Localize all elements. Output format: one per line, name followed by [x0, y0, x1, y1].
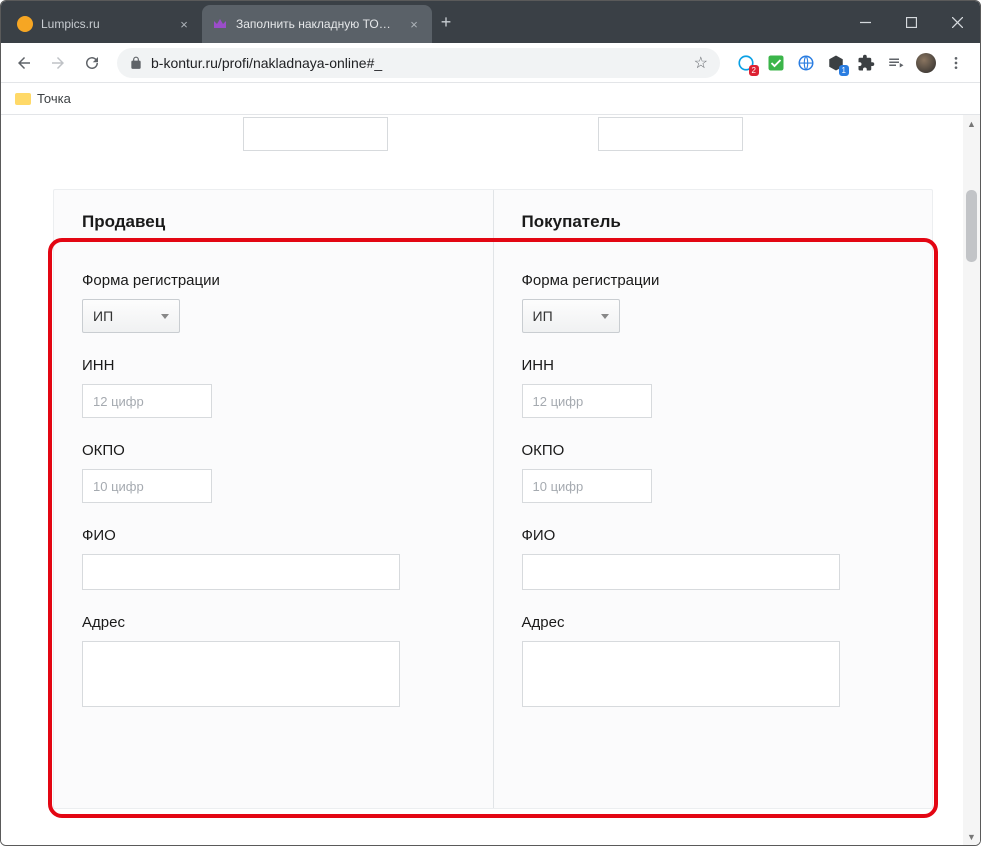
buyer-addr-label: Адрес [522, 614, 907, 631]
top-input-2[interactable] [598, 117, 743, 151]
folder-icon [15, 93, 31, 105]
star-icon[interactable]: ☆ [694, 53, 708, 73]
lock-icon [129, 56, 143, 70]
tab-nakladnaya[interactable]: Заполнить накладную ТОРГ-12 × [202, 5, 432, 43]
tab-title: Lumpics.ru [41, 17, 168, 31]
scroll-down-icon[interactable]: ▼ [963, 828, 980, 845]
forward-button[interactable] [43, 48, 73, 78]
seller-fio-input[interactable] [82, 554, 400, 590]
seller-fio-label: ФИО [82, 527, 467, 544]
maximize-button[interactable] [888, 1, 934, 43]
avatar[interactable] [916, 53, 936, 73]
ext-playlist-icon[interactable] [886, 53, 906, 73]
close-icon[interactable]: × [406, 16, 422, 32]
buyer-reg-select[interactable]: ИП [522, 299, 620, 333]
page-content: Продавец Форма регистрации ИП ИНН [1, 115, 963, 845]
favicon-lumpics [17, 16, 33, 32]
buyer-okpo-input[interactable] [522, 469, 652, 503]
tab-title: Заполнить накладную ТОРГ-12 [236, 17, 398, 31]
ext-puzzle-icon[interactable] [856, 53, 876, 73]
seller-addr-input[interactable] [82, 641, 400, 707]
top-input-1[interactable] [243, 117, 388, 151]
bookmark-item[interactable]: Точка [37, 91, 71, 106]
menu-icon[interactable] [946, 53, 966, 73]
seller-okpo-input[interactable] [82, 469, 212, 503]
chevron-down-icon [161, 314, 169, 319]
new-tab-button[interactable]: + [432, 1, 460, 43]
back-button[interactable] [9, 48, 39, 78]
ext-ghostery-icon[interactable]: 2 [736, 53, 756, 73]
browser-window: Lumpics.ru × Заполнить накладную ТОРГ-12… [0, 0, 981, 846]
scroll-up-icon[interactable]: ▲ [963, 115, 980, 132]
buyer-fio-input[interactable] [522, 554, 840, 590]
ext-globe-icon[interactable] [796, 53, 816, 73]
buyer-inn-input[interactable] [522, 384, 652, 418]
toolbar: b-kontur.ru/profi/nakladnaya-online#_ ☆ … [1, 43, 980, 83]
seller-reg-label: Форма регистрации [82, 272, 467, 289]
scroll-thumb[interactable] [966, 190, 977, 262]
ext-badge: 2 [749, 65, 759, 76]
seller-inn-label: ИНН [82, 357, 467, 374]
buyer-column: Покупатель Форма регистрации ИП ИНН [494, 190, 933, 808]
buyer-addr-input[interactable] [522, 641, 840, 707]
scroll-track[interactable] [963, 132, 980, 828]
chevron-down-icon [601, 314, 609, 319]
seller-okpo-label: ОКПО [82, 442, 467, 459]
buyer-title: Покупатель [522, 212, 907, 232]
seller-title: Продавец [82, 212, 467, 232]
seller-reg-value: ИП [93, 308, 113, 324]
ext-badge: 1 [839, 65, 849, 76]
ext-box-icon[interactable]: 1 [826, 53, 846, 73]
seller-addr-label: Адрес [82, 614, 467, 631]
close-button[interactable] [934, 1, 980, 43]
buyer-fio-label: ФИО [522, 527, 907, 544]
reload-button[interactable] [77, 48, 107, 78]
buyer-reg-label: Форма регистрации [522, 272, 907, 289]
titlebar: Lumpics.ru × Заполнить накладную ТОРГ-12… [1, 1, 980, 43]
window-controls [842, 1, 980, 43]
buyer-okpo-label: ОКПО [522, 442, 907, 459]
bookmarks-bar: Точка [1, 83, 980, 115]
url-text: b-kontur.ru/profi/nakladnaya-online#_ [151, 55, 382, 71]
seller-inn-input[interactable] [82, 384, 212, 418]
seller-reg-select[interactable]: ИП [82, 299, 180, 333]
viewport: Продавец Форма регистрации ИП ИНН [1, 115, 980, 845]
favicon-crown [212, 16, 228, 32]
buyer-inn-label: ИНН [522, 357, 907, 374]
close-icon[interactable]: × [176, 16, 192, 32]
seller-column: Продавец Форма регистрации ИП ИНН [54, 190, 493, 808]
tab-lumpics[interactable]: Lumpics.ru × [7, 5, 202, 43]
url-bar[interactable]: b-kontur.ru/profi/nakladnaya-online#_ ☆ [117, 48, 720, 78]
buyer-reg-value: ИП [533, 308, 553, 324]
scrollbar[interactable]: ▲ ▼ [963, 115, 980, 845]
ext-check-icon[interactable] [766, 53, 786, 73]
top-inputs-row [53, 117, 933, 151]
form-card: Продавец Форма регистрации ИП ИНН [53, 189, 933, 809]
minimize-button[interactable] [842, 1, 888, 43]
extensions: 2 1 [730, 53, 972, 73]
